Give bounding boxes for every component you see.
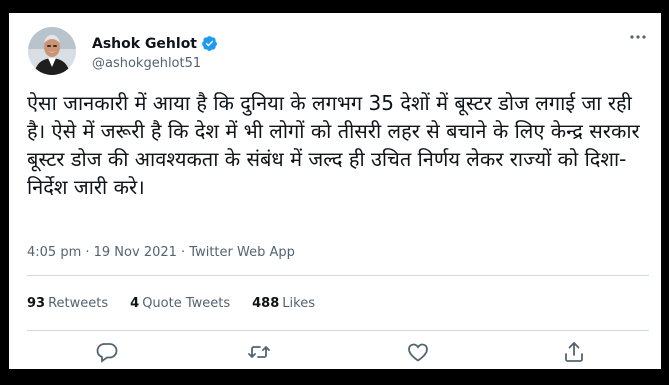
like-icon[interactable] [406, 340, 430, 364]
screenshot-border-top [0, 0, 669, 13]
screenshot-border-left [0, 0, 9, 385]
reply-icon[interactable] [95, 340, 119, 364]
divider [27, 275, 649, 276]
share-icon[interactable] [562, 340, 586, 364]
retweets-stat[interactable]: 93 Retweets [27, 296, 108, 311]
avatar-image [28, 27, 76, 75]
likes-count: 488 [252, 296, 280, 311]
retweets-count: 93 [27, 296, 46, 311]
retweet-icon[interactable] [247, 340, 271, 364]
likes-stat[interactable]: 488 Likes [252, 296, 315, 311]
retweets-label: Retweets [48, 296, 109, 311]
tweet-stats: 93 Retweets 4 Quote Tweets 488 Likes [27, 296, 337, 311]
avatar[interactable] [28, 27, 76, 75]
author-handle[interactable]: @ashokgehlot51 [92, 56, 201, 71]
author-name[interactable]: Ashok Gehlot [92, 36, 197, 52]
verified-badge-icon [202, 36, 217, 51]
tweet-timestamp[interactable]: 4:05 pm · 19 Nov 2021 · Twitter Web App [27, 245, 295, 260]
likes-label: Likes [282, 296, 315, 311]
quote-tweets-stat[interactable]: 4 Quote Tweets [130, 296, 230, 311]
tweet-text: ऐसा जानकारी में आया है कि दुनिया के लगभग… [27, 91, 647, 199]
quote-tweets-count: 4 [130, 296, 140, 311]
divider [27, 330, 649, 331]
tweet-card: Ashok Gehlot @ashokgehlot51 ऐसा जानकारी … [9, 13, 661, 369]
quote-tweets-label: Quote Tweets [142, 296, 231, 311]
screenshot-border-right [661, 0, 669, 385]
more-options-icon[interactable] [629, 33, 647, 41]
author-name-row[interactable]: Ashok Gehlot [92, 35, 218, 52]
screenshot-border-bottom [0, 369, 669, 385]
